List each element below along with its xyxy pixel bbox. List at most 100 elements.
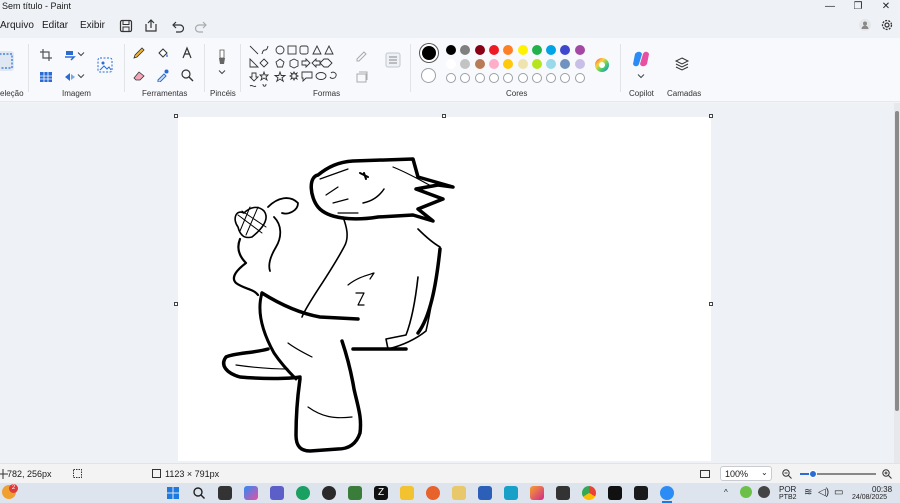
shapes-gallery[interactable]: [247, 43, 343, 91]
rotate-icon[interactable]: [63, 48, 77, 62]
tray-chevron-icon[interactable]: ^: [724, 488, 728, 497]
clock-time[interactable]: 00:38: [872, 485, 892, 494]
chevron-down-icon[interactable]: [77, 50, 85, 58]
undo-icon[interactable]: [170, 18, 186, 34]
paint-app-icon[interactable]: [660, 486, 674, 500]
magnifier-icon[interactable]: [180, 68, 194, 82]
color-swatch[interactable]: [460, 45, 471, 55]
color-picker-icon[interactable]: [156, 68, 170, 82]
color-swatch[interactable]: [546, 59, 557, 69]
select-rectangle-icon[interactable]: [0, 48, 16, 76]
clock-date[interactable]: 24/08/2025: [852, 494, 887, 501]
color-swatch[interactable]: [503, 45, 514, 55]
pencil-icon[interactable]: [132, 46, 146, 60]
color-swatch[interactable]: [546, 45, 557, 55]
color-swatch[interactable]: [474, 45, 485, 55]
tray-headset-icon[interactable]: [758, 486, 770, 498]
word-icon[interactable]: [478, 486, 492, 500]
primary-color[interactable]: [420, 44, 438, 62]
chrome-icon[interactable]: [582, 486, 596, 500]
custom-color-slot[interactable]: [460, 73, 471, 83]
account-icon[interactable]: [858, 18, 872, 32]
custom-color-slot[interactable]: [517, 73, 528, 83]
store-icon[interactable]: [348, 486, 362, 500]
color-swatch[interactable]: [488, 45, 499, 55]
menu-view[interactable]: Exibir: [80, 20, 105, 31]
color-swatch[interactable]: [503, 59, 514, 69]
edit-colors-icon[interactable]: [594, 57, 610, 73]
line-size-icon[interactable]: [385, 52, 401, 68]
zoom-out-icon[interactable]: [782, 469, 792, 479]
color-swatch[interactable]: [560, 59, 571, 69]
n-app-icon[interactable]: [608, 486, 622, 500]
crop-icon[interactable]: [39, 48, 53, 62]
zoom-select[interactable]: 100% ⌄: [720, 466, 772, 481]
task-view-icon[interactable]: [218, 486, 232, 500]
color-swatch[interactable]: [574, 45, 585, 55]
custom-color-slot[interactable]: [503, 73, 514, 83]
close-icon[interactable]: ✕: [872, 0, 900, 14]
scrollbar-thumb[interactable]: [895, 111, 899, 411]
color-swatch[interactable]: [517, 59, 528, 69]
menu-file[interactable]: Arquivo: [0, 20, 34, 31]
z-app-icon[interactable]: Z: [374, 486, 388, 500]
outline-icon[interactable]: [355, 48, 369, 62]
app-icon[interactable]: [556, 486, 570, 500]
teams-icon[interactable]: [270, 486, 284, 500]
custom-color-slot[interactable]: [574, 73, 585, 83]
minimize-icon[interactable]: —: [816, 0, 844, 14]
chevron-down-icon[interactable]: [218, 68, 226, 76]
custom-color-slot[interactable]: [488, 73, 499, 83]
fit-to-window-icon[interactable]: [700, 469, 710, 479]
color-swatch[interactable]: [446, 45, 456, 55]
custom-color-slot[interactable]: [446, 73, 456, 83]
redo-icon[interactable]: [193, 18, 209, 34]
cat-app-icon[interactable]: [452, 486, 466, 500]
resize-handle[interactable]: [709, 114, 713, 118]
copilot-icon[interactable]: [632, 50, 650, 68]
eraser-icon[interactable]: [132, 68, 146, 82]
color-swatch[interactable]: [531, 59, 542, 69]
chevron-down-icon[interactable]: [637, 72, 645, 80]
search-icon[interactable]: [192, 486, 206, 500]
volume-icon[interactable]: ◁): [818, 487, 829, 498]
color-swatch[interactable]: [517, 45, 528, 55]
custom-color-slot[interactable]: [474, 73, 485, 83]
zoom-slider[interactable]: [800, 470, 876, 478]
layers-icon[interactable]: [674, 56, 690, 72]
keyboard-layout[interactable]: PTB2: [779, 494, 797, 501]
brush-icon[interactable]: [214, 48, 230, 70]
language-indicator[interactable]: POR: [779, 485, 796, 494]
edge-icon[interactable]: [296, 486, 310, 500]
drawing-canvas[interactable]: [178, 117, 711, 461]
vertical-scrollbar[interactable]: [894, 103, 900, 463]
chevron-down-icon[interactable]: [77, 72, 85, 80]
instagram-icon[interactable]: [530, 486, 544, 500]
custom-color-slot[interactable]: [560, 73, 571, 83]
image-select-icon[interactable]: [97, 57, 113, 73]
settings-gear-icon[interactable]: [880, 18, 894, 32]
color-swatch[interactable]: [474, 59, 485, 69]
resize-handle[interactable]: [174, 302, 178, 306]
color-swatch[interactable]: [446, 59, 456, 69]
color-swatch[interactable]: [460, 59, 471, 69]
save-icon[interactable]: [118, 18, 134, 34]
fill-icon[interactable]: [355, 70, 369, 84]
resize-icon[interactable]: [39, 70, 53, 84]
resize-handle[interactable]: [442, 114, 446, 118]
zoom-slider-thumb[interactable]: [809, 470, 817, 478]
text-icon[interactable]: [180, 46, 194, 60]
custom-color-slot[interactable]: [531, 73, 542, 83]
resize-handle[interactable]: [709, 302, 713, 306]
graduation-app-icon[interactable]: [322, 486, 336, 500]
color-swatch[interactable]: [574, 59, 585, 69]
color-swatch[interactable]: [488, 59, 499, 69]
game-app-icon[interactable]: [634, 486, 648, 500]
secondary-color[interactable]: [421, 68, 436, 83]
restore-icon[interactable]: ❐: [844, 0, 872, 14]
flip-icon[interactable]: [63, 70, 77, 84]
file-explorer-icon[interactable]: [400, 486, 414, 500]
tray-app-icon[interactable]: [740, 486, 752, 498]
zoom-in-icon[interactable]: [882, 469, 892, 479]
custom-color-slot[interactable]: [546, 73, 557, 83]
